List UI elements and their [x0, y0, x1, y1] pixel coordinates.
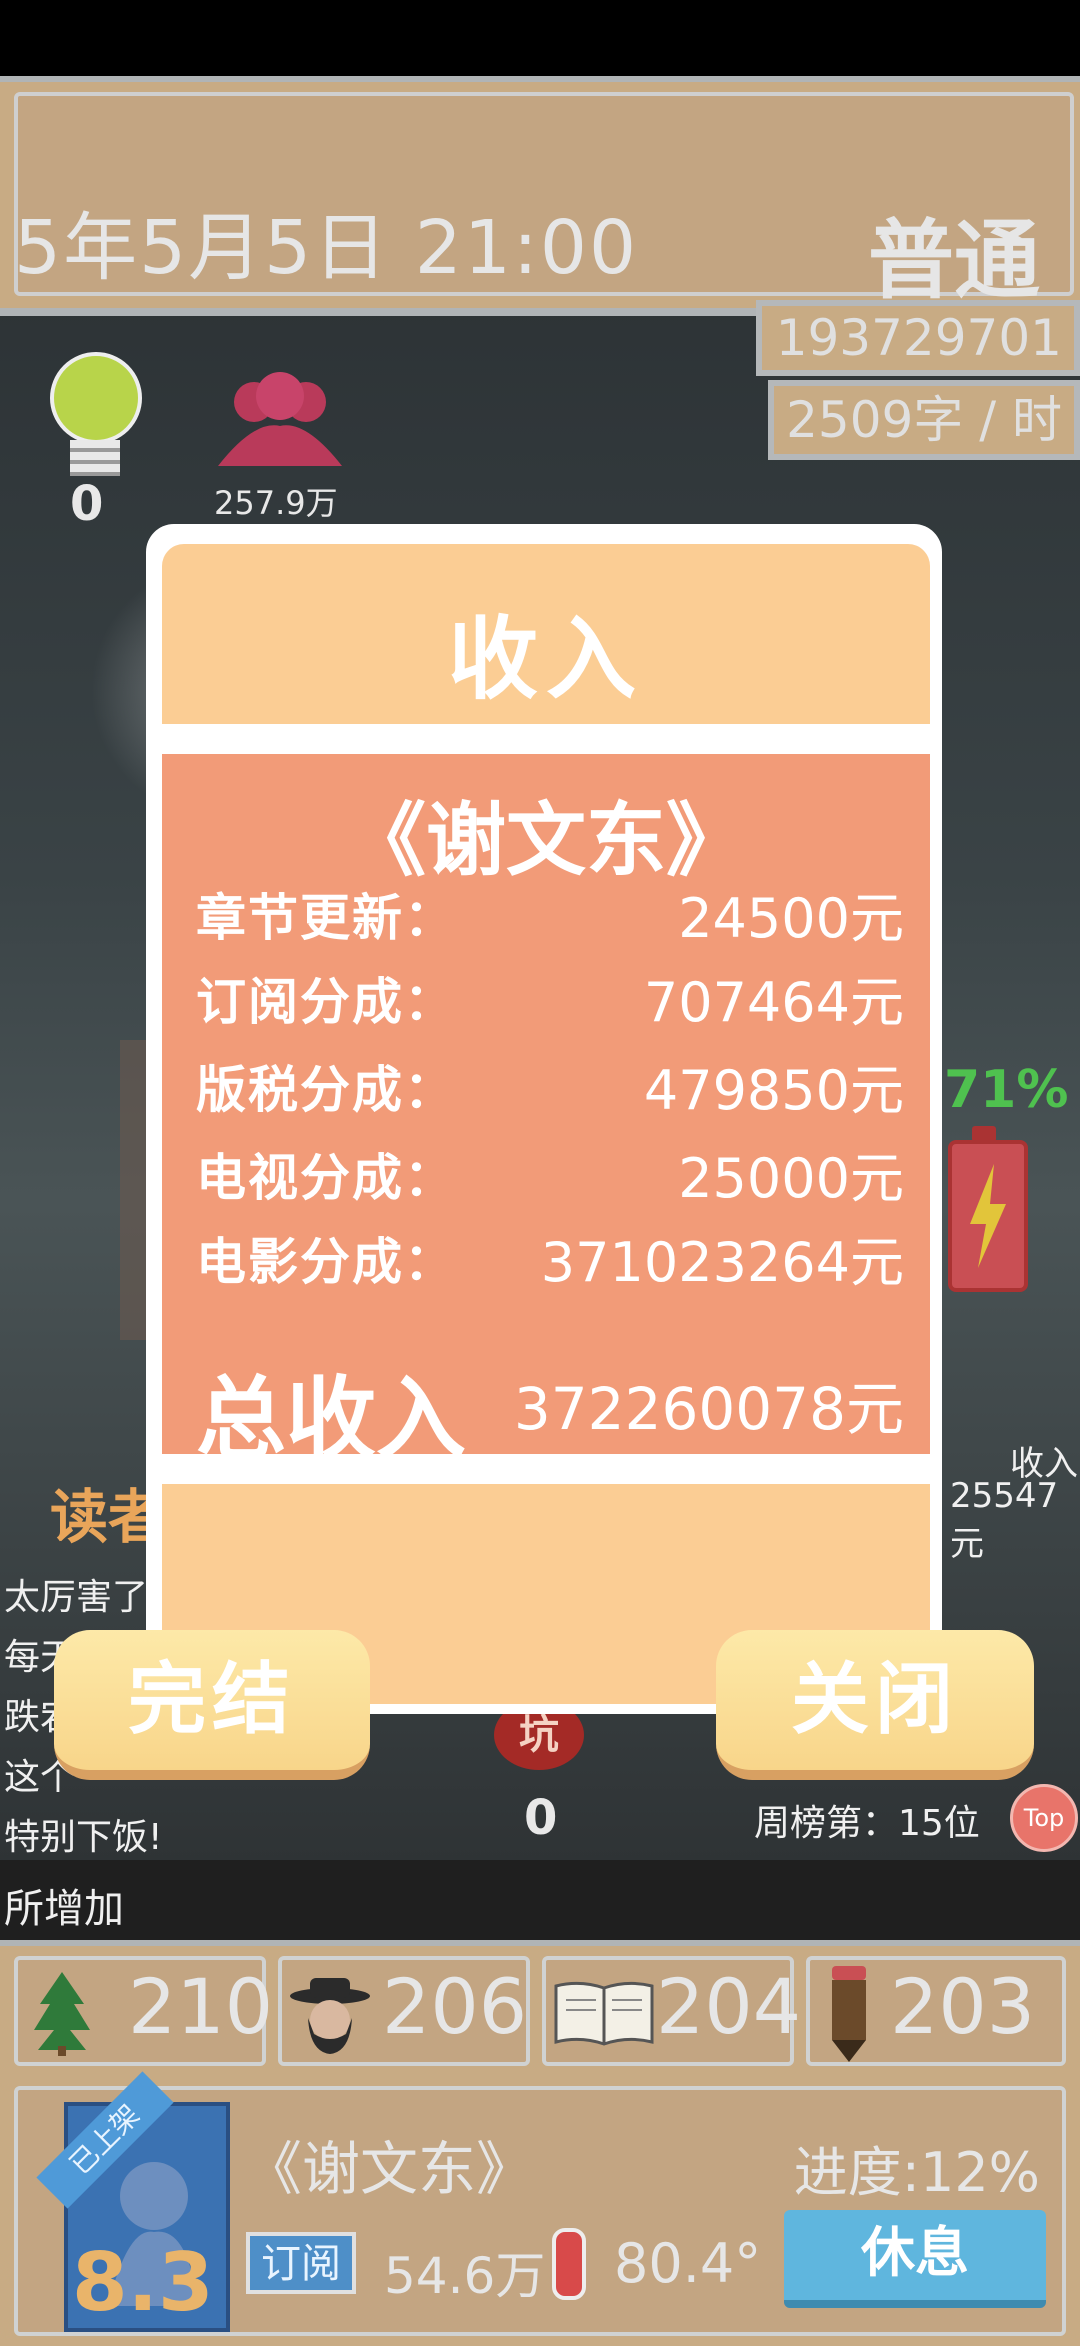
- bulb-count: 0: [70, 476, 104, 532]
- income-row-label: 版税分成：: [196, 1061, 456, 1119]
- weekly-rank: 周榜第：15位: [754, 1803, 980, 1844]
- income-row-value: 707464元: [643, 971, 904, 1034]
- reader-comment: 太厉害了: [4, 1577, 149, 1618]
- income-row-label: 章节更新：: [196, 889, 456, 947]
- pit-count: 0: [524, 1790, 558, 1846]
- battery-percent: 71%: [944, 1060, 1069, 1120]
- battery-icon: [948, 1140, 1028, 1292]
- book-progress: 进度:12%: [793, 2141, 1040, 2204]
- top-rank-badge[interactable]: Top: [1010, 1784, 1078, 1852]
- money-display: 193729701元: [756, 300, 1080, 431]
- bulb-base: [70, 440, 120, 476]
- pencil-icon: [832, 1966, 866, 2062]
- thermometer-icon: [552, 2228, 586, 2300]
- bulb-icon[interactable]: [50, 352, 142, 444]
- book-icon: [554, 1981, 654, 2046]
- reader-comment: 特别下饭!: [4, 1817, 163, 1858]
- added-text: 所增加: [4, 1886, 124, 1932]
- book-score: 8.3: [72, 2236, 214, 2329]
- income-row-label: 电影分成：: [196, 1233, 456, 1291]
- stat-cell[interactable]: 206: [278, 1956, 530, 2066]
- stat-cell[interactable]: 204: [542, 1956, 801, 2066]
- income-row-value: 24500元: [678, 887, 904, 950]
- income-value: 25547元: [950, 1476, 1059, 1564]
- income-row-value: 479850元: [643, 1059, 904, 1122]
- lightning-icon: [970, 1164, 1006, 1268]
- writing-speed: 2509字 / 时: [768, 380, 1080, 460]
- modal-title: 收入: [448, 607, 644, 712]
- subscribe-count: 54.6万: [384, 2247, 546, 2305]
- date-time: 5年5月5日 21:00: [14, 205, 639, 291]
- stat-value: 210: [128, 1962, 274, 2051]
- hat-person-icon: [290, 1978, 370, 2054]
- income-row-label: 电视分成：: [196, 1149, 456, 1207]
- stat-value: 204: [656, 1962, 802, 2051]
- fans-count: 257.9万: [214, 484, 338, 522]
- stat-cell[interactable]: 210: [14, 1956, 273, 2066]
- scene-bottom-band: [0, 1860, 1080, 1940]
- tree-icon: [34, 1972, 90, 2056]
- close-button[interactable]: 关闭: [716, 1630, 1034, 1780]
- total-income-value: 372260078元: [513, 1375, 904, 1443]
- rest-button[interactable]: 休息: [784, 2210, 1046, 2308]
- fans-icon[interactable]: [214, 370, 346, 470]
- income-row-label: 订阅分成：: [196, 973, 456, 1031]
- stat-cell[interactable]: 203: [806, 1956, 1066, 2066]
- total-income-label: 总收入: [196, 1367, 466, 1472]
- heat-value: 80.4°: [614, 2232, 762, 2295]
- difficulty-mode[interactable]: 普通: [868, 190, 1040, 315]
- subscribe-badge: 订阅: [246, 2232, 356, 2294]
- income-row-value: 25000元: [678, 1147, 904, 1210]
- stat-value: 206: [382, 1962, 528, 2051]
- book-name: 《谢文东》: [244, 2135, 535, 2203]
- finish-button[interactable]: 完结: [54, 1630, 370, 1780]
- stat-value: 203: [890, 1962, 1036, 2051]
- income-row-value: 371023264元: [540, 1231, 904, 1294]
